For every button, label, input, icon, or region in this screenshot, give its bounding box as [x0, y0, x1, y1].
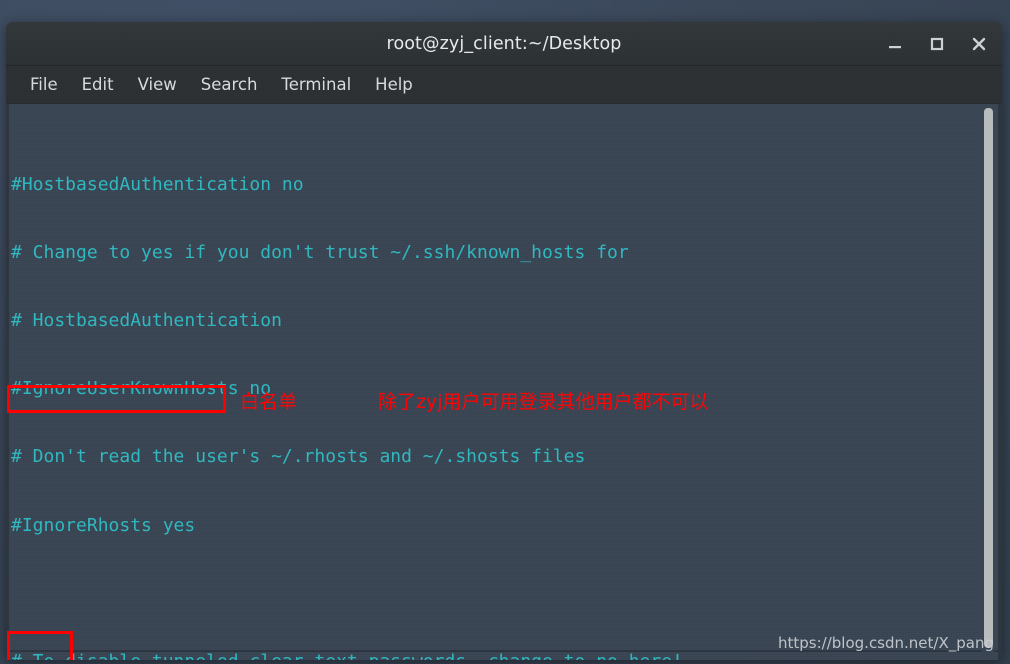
window-titlebar[interactable]: root@zyj_client:~/Desktop — [6, 22, 1002, 66]
maximize-icon[interactable] — [926, 33, 948, 55]
code-line: # Change to yes if you don't trust ~/.ss… — [11, 242, 984, 265]
terminal-window: root@zyj_client:~/Desktop File Edit View… — [6, 22, 1002, 660]
annotation-description: 除了zyj用户可用登录其他用户都不可以 — [378, 391, 709, 413]
code-line: # Don't read the user's ~/.rhosts and ~/… — [11, 446, 984, 469]
vim-text-area[interactable]: #HostbasedAuthentication no # Change to … — [6, 104, 984, 660]
menu-item-file[interactable]: File — [18, 72, 70, 97]
code-line-text: # HostbasedAuthentication — [11, 310, 282, 332]
code-line-text: #IgnoreUserKnownHosts no — [11, 378, 272, 400]
window-title: root@zyj_client:~/Desktop — [386, 33, 622, 54]
code-line-text: # To disable tunneled clear text passwor… — [11, 651, 683, 660]
minimize-icon[interactable] — [884, 33, 906, 55]
close-icon[interactable] — [968, 33, 990, 55]
menu-item-view[interactable]: View — [126, 72, 189, 97]
terminal-body[interactable]: #HostbasedAuthentication no # Change to … — [6, 104, 1002, 660]
desktop-background: root@zyj_client:~/Desktop File Edit View… — [0, 0, 1010, 664]
menu-item-help[interactable]: Help — [363, 72, 425, 97]
terminal-right-edge — [998, 104, 1002, 660]
code-line: # To disable tunneled clear text passwor… — [11, 651, 984, 660]
menu-item-terminal[interactable]: Terminal — [269, 72, 363, 97]
menu-item-search[interactable]: Search — [189, 72, 270, 97]
menubar: File Edit View Search Terminal Help — [6, 66, 1002, 104]
code-line: # HostbasedAuthentication — [11, 310, 984, 333]
code-line-text: #IgnoreRhosts yes — [11, 514, 196, 536]
code-line-text: # Don't read the user's ~/.rhosts and ~/… — [11, 446, 586, 468]
window-controls — [884, 22, 990, 65]
code-line-text: #HostbasedAuthentication no — [11, 174, 304, 196]
code-line: #HostbasedAuthentication no — [11, 174, 984, 197]
scrollbar-thumb[interactable] — [984, 108, 993, 648]
menu-item-edit[interactable]: Edit — [70, 72, 126, 97]
code-line: #IgnoreRhosts yes — [11, 515, 984, 538]
watermark: https://blog.csdn.net/X_pang — [778, 634, 994, 652]
annotation-whitelist: 白名单 — [240, 391, 298, 413]
code-line-text: # Change to yes if you don't trust ~/.ss… — [11, 242, 629, 264]
